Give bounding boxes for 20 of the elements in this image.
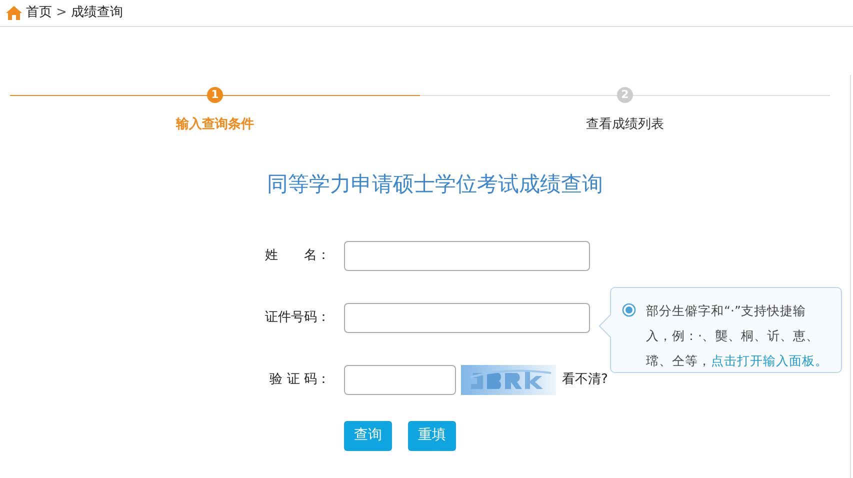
- form-button[interactable]: 重填: [408, 420, 456, 450]
- field-label: 验 证 码：: [268, 370, 330, 389]
- breadcrumb-current: 成绩查询: [70, 4, 123, 22]
- breadcrumb-separator: >: [56, 4, 67, 22]
- field-label: 姓 名：: [264, 246, 330, 265]
- input-field[interactable]: [344, 364, 456, 394]
- field-label: 证件号码：: [264, 308, 330, 327]
- step-label: 输入查询条件: [174, 116, 255, 134]
- page-title: 同等学力申请硕士学位考试成绩查询: [266, 171, 604, 198]
- input-panel-link[interactable]: 点击打开输入面板。: [711, 353, 828, 368]
- step-number: 1: [207, 87, 223, 103]
- input-field[interactable]: [344, 240, 590, 270]
- input-field[interactable]: [344, 302, 590, 332]
- refresh-captcha-link[interactable]: 看不清?: [562, 370, 608, 390]
- bullet-icon: [622, 303, 636, 317]
- home-icon: [6, 6, 22, 20]
- breadcrumb-link[interactable]: 首页: [26, 3, 52, 23]
- tip-text: 部分生僻字和“·”支持快捷输入，例：·、龑、桐、䜣、恵、瑺、仝等，点击打开输入面板。: [646, 302, 829, 370]
- step-label: 查看成绩列表: [585, 116, 665, 134]
- form-button[interactable]: 查询: [344, 420, 392, 450]
